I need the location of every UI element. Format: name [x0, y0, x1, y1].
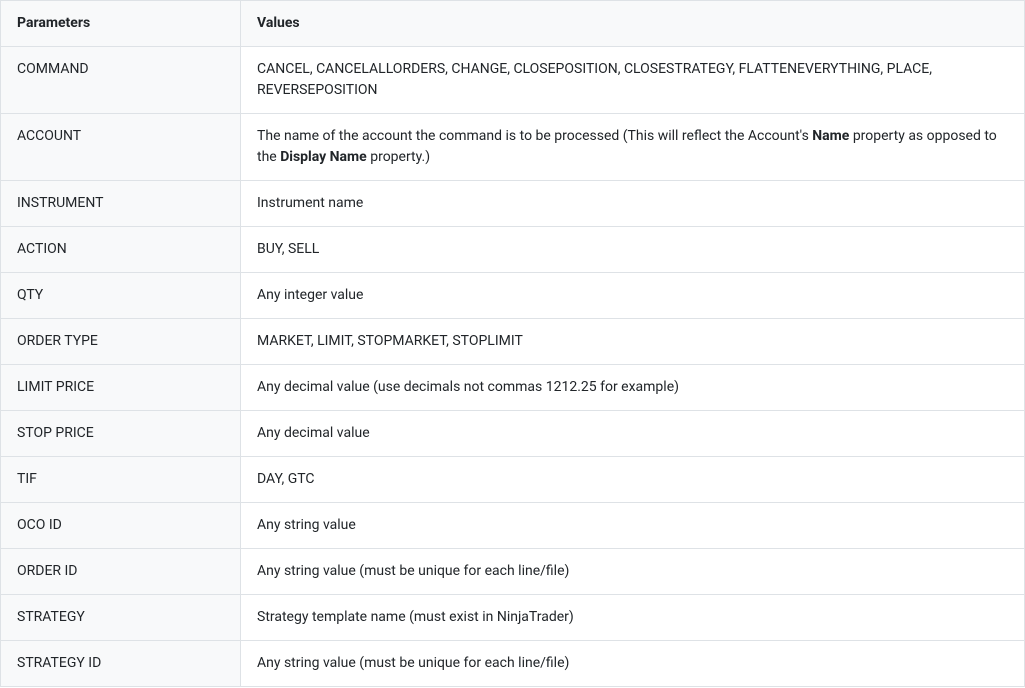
value-cell: The name of the account the command is t… — [241, 114, 1025, 181]
value-bold: Name — [812, 128, 849, 144]
table-row: INSTRUMENT Instrument name — [1, 181, 1025, 227]
param-cell: ORDER TYPE — [1, 319, 241, 365]
param-cell: ACTION — [1, 227, 241, 273]
value-cell: Strategy template name (must exist in Ni… — [241, 595, 1025, 641]
value-cell: DAY, GTC — [241, 457, 1025, 503]
param-cell: ACCOUNT — [1, 114, 241, 181]
value-cell: Any integer value — [241, 273, 1025, 319]
parameters-table: Parameters Values COMMAND CANCEL, CANCEL… — [0, 0, 1025, 687]
param-cell: STRATEGY — [1, 595, 241, 641]
value-cell: Any string value (must be unique for eac… — [241, 641, 1025, 687]
table-row: ACTION BUY, SELL — [1, 227, 1025, 273]
table-row: COMMAND CANCEL, CANCELALLORDERS, CHANGE,… — [1, 47, 1025, 114]
table-row: LIMIT PRICE Any decimal value (use decim… — [1, 365, 1025, 411]
table-row: QTY Any integer value — [1, 273, 1025, 319]
value-cell: Any decimal value — [241, 411, 1025, 457]
value-cell: Any string value (must be unique for eac… — [241, 549, 1025, 595]
table-row: OCO ID Any string value — [1, 503, 1025, 549]
table-row: ORDER ID Any string value (must be uniqu… — [1, 549, 1025, 595]
param-cell: STOP PRICE — [1, 411, 241, 457]
value-cell: MARKET, LIMIT, STOPMARKET, STOPLIMIT — [241, 319, 1025, 365]
param-cell: QTY — [1, 273, 241, 319]
value-cell: Instrument name — [241, 181, 1025, 227]
value-cell: CANCEL, CANCELALLORDERS, CHANGE, CLOSEPO… — [241, 47, 1025, 114]
param-cell: OCO ID — [1, 503, 241, 549]
value-cell: BUY, SELL — [241, 227, 1025, 273]
table-row: ORDER TYPE MARKET, LIMIT, STOPMARKET, ST… — [1, 319, 1025, 365]
table-row: STRATEGY Strategy template name (must ex… — [1, 595, 1025, 641]
value-text: The name of the account the command is t… — [257, 128, 812, 144]
table-row: ACCOUNT The name of the account the comm… — [1, 114, 1025, 181]
header-values: Values — [241, 1, 1025, 47]
param-cell: COMMAND — [1, 47, 241, 114]
param-cell: LIMIT PRICE — [1, 365, 241, 411]
table-row: STRATEGY ID Any string value (must be un… — [1, 641, 1025, 687]
header-parameters: Parameters — [1, 1, 241, 47]
table-row: TIF DAY, GTC — [1, 457, 1025, 503]
param-cell: INSTRUMENT — [1, 181, 241, 227]
table-header-row: Parameters Values — [1, 1, 1025, 47]
value-text: property.) — [367, 149, 430, 165]
value-bold: Display Name — [280, 149, 367, 165]
value-cell: Any decimal value (use decimals not comm… — [241, 365, 1025, 411]
param-cell: ORDER ID — [1, 549, 241, 595]
param-cell: STRATEGY ID — [1, 641, 241, 687]
value-cell: Any string value — [241, 503, 1025, 549]
param-cell: TIF — [1, 457, 241, 503]
table-row: STOP PRICE Any decimal value — [1, 411, 1025, 457]
